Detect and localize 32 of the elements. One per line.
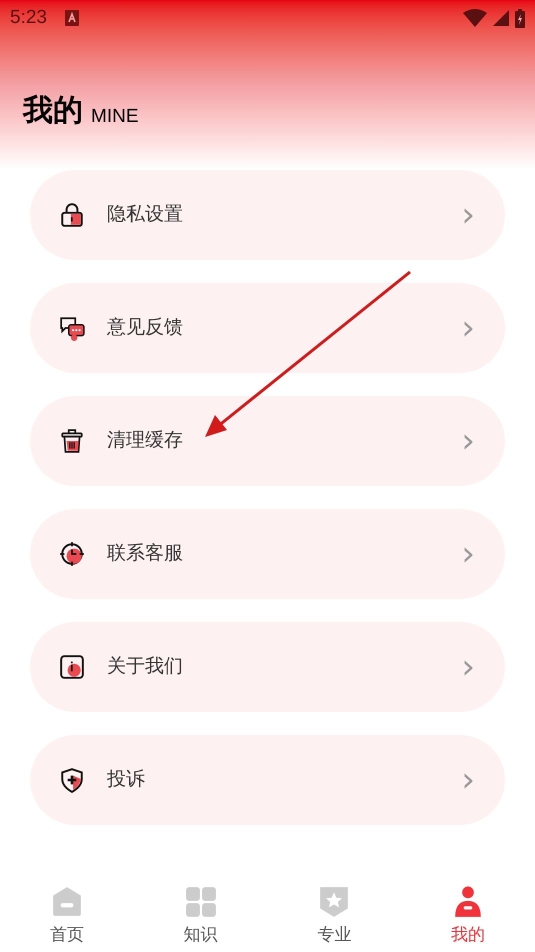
nav-tab[interactable]: 我的 xyxy=(401,872,535,952)
home-icon xyxy=(50,886,83,918)
notification-icon xyxy=(64,10,79,26)
menu-item[interactable]: 联系客服 › xyxy=(30,509,505,599)
chevron-icon: › xyxy=(461,763,475,797)
star-shield-icon xyxy=(318,886,350,918)
menu-item[interactable]: 隐私设置 › xyxy=(30,170,505,260)
menu-item[interactable]: 清理缓存 › xyxy=(30,396,505,486)
menu-item[interactable]: 意见反馈 › xyxy=(30,283,505,373)
lock-icon xyxy=(59,202,85,228)
menu-item[interactable]: 投诉 › xyxy=(30,735,505,825)
chat-bubbles-icon xyxy=(59,315,85,341)
shield-plus-icon xyxy=(59,767,85,793)
chevron-icon: › xyxy=(461,424,475,458)
chevron-icon: › xyxy=(461,650,475,684)
info-square-icon xyxy=(59,654,85,680)
signal-icon xyxy=(493,10,509,26)
chevron-icon: › xyxy=(461,311,475,345)
clock-icon xyxy=(59,541,85,567)
status-time: 5:23 xyxy=(10,6,47,30)
chevron-icon: › xyxy=(461,198,475,232)
grid-icon xyxy=(184,886,217,918)
nav-tab[interactable]: 知识 xyxy=(134,872,268,952)
page-title: 我的 xyxy=(23,96,83,126)
trash-can-icon xyxy=(59,428,85,454)
menu-item[interactable]: 关于我们 › xyxy=(30,622,505,712)
nav-tab[interactable]: 首页 xyxy=(0,872,134,952)
wifi-icon xyxy=(463,9,487,27)
page-subtitle: MINE xyxy=(91,107,138,126)
battery-icon xyxy=(515,8,525,28)
chevron-icon: › xyxy=(461,537,475,571)
nav-tab[interactable]: 专业 xyxy=(268,872,402,952)
